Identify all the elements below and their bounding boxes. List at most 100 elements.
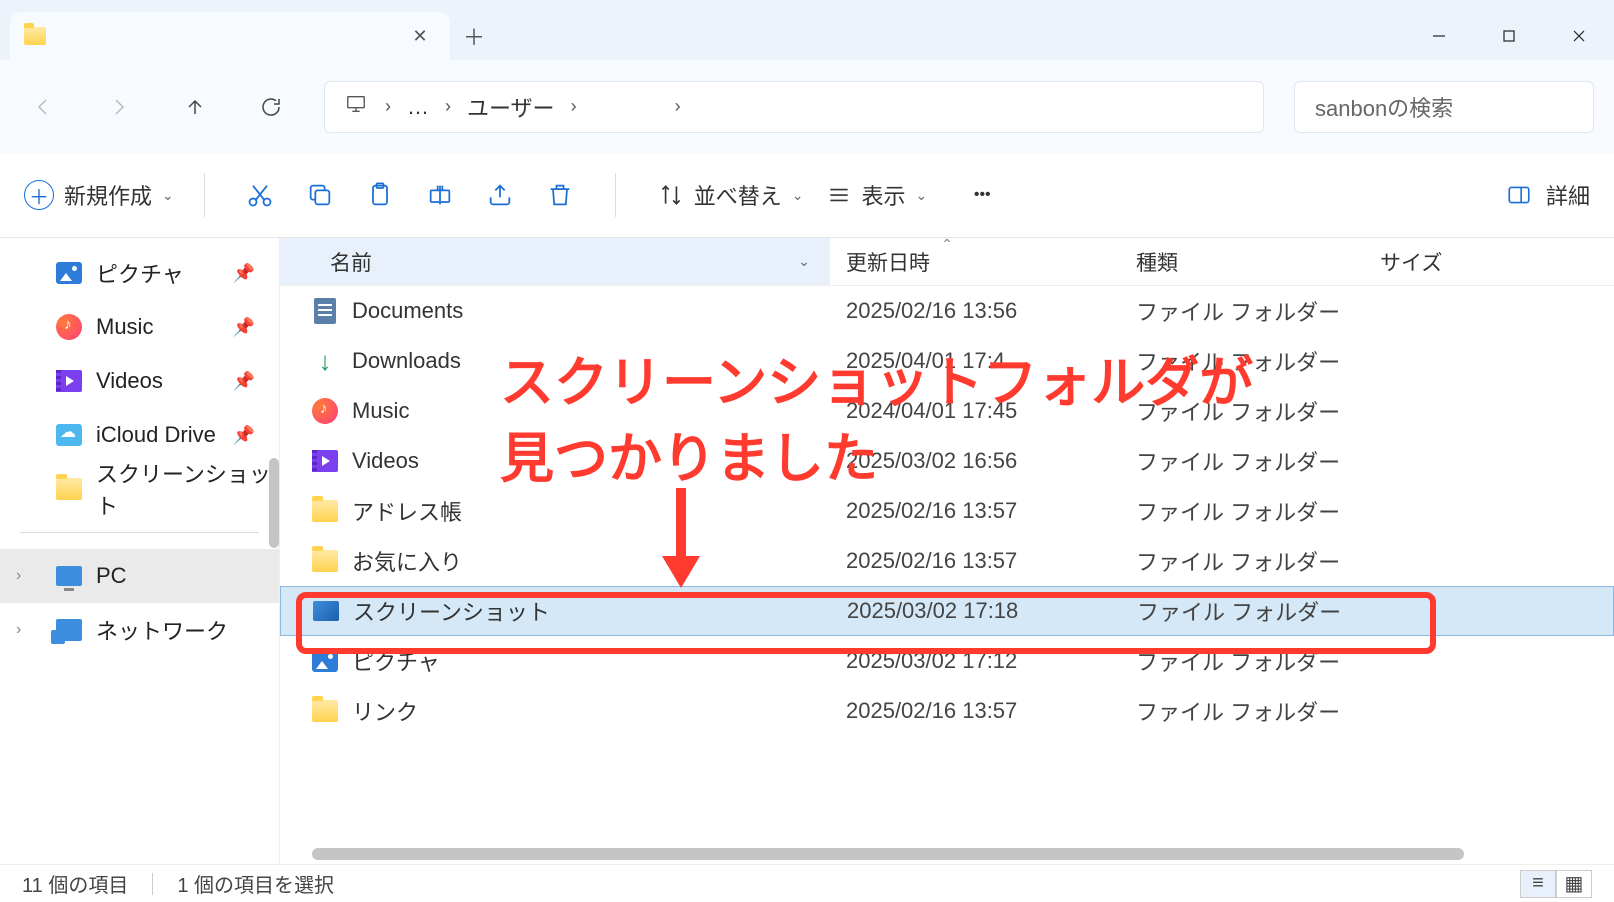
- delete-button[interactable]: [535, 170, 585, 220]
- picture-icon: [56, 260, 82, 286]
- file-name: Documents: [352, 298, 463, 324]
- sidebar-item-label: ピクチャ: [96, 257, 184, 289]
- file-type: ファイル フォルダー: [1120, 445, 1370, 477]
- sidebar-item-label: Videos: [96, 368, 163, 394]
- view-label: 表示: [862, 179, 906, 211]
- pin-icon: 📌: [233, 263, 255, 284]
- view-toggle: ≡ ▦: [1520, 870, 1592, 898]
- minimize-button[interactable]: [1404, 12, 1474, 60]
- file-list: Documents2025/02/16 13:56ファイル フォルダー↓Down…: [280, 286, 1614, 864]
- copy-button[interactable]: [295, 170, 345, 220]
- more-button[interactable]: •••: [957, 170, 1007, 220]
- sidebar-item-label: Music: [96, 314, 153, 340]
- close-window-button[interactable]: [1544, 12, 1614, 60]
- file-name: お気に入り: [352, 545, 462, 577]
- rename-button[interactable]: [415, 170, 465, 220]
- chevron-right-icon: ›: [16, 621, 21, 639]
- column-size-label: サイズ: [1380, 252, 1442, 275]
- new-button[interactable]: ＋ 新規作成 ⌄: [24, 179, 174, 211]
- cut-button[interactable]: [235, 170, 285, 220]
- list-view-button[interactable]: ≡: [1520, 870, 1556, 898]
- column-type-label: 種類: [1136, 252, 1178, 275]
- back-button[interactable]: [20, 84, 66, 130]
- breadcrumb-user[interactable]: [593, 91, 659, 123]
- new-label: 新規作成: [64, 179, 152, 211]
- sidebar-item[interactable]: ピクチャ 📌: [0, 246, 279, 300]
- sidebar-item-network[interactable]: › ネットワーク: [0, 603, 279, 657]
- sidebar-item-pc[interactable]: › PC: [0, 549, 279, 603]
- view-button[interactable]: 表示 ⌄: [826, 179, 928, 211]
- file-row[interactable]: お気に入り2025/02/16 13:57ファイル フォルダー: [280, 536, 1614, 586]
- picture-icon: [312, 650, 338, 672]
- file-row[interactable]: Videos2025/03/02 16:56ファイル フォルダー: [280, 436, 1614, 486]
- breadcrumb[interactable]: › … › ユーザー › ›: [324, 81, 1264, 133]
- search-input[interactable]: sanbonの検索: [1294, 81, 1594, 133]
- status-count: 11 個の項目: [22, 869, 128, 898]
- window-controls: [1404, 12, 1614, 60]
- file-date: 2025/02/16 13:57: [830, 548, 1120, 574]
- main: ピクチャ📌Music📌Videos📌iCloud Drive📌スクリーンショット…: [0, 238, 1614, 864]
- folder-icon: [56, 476, 82, 502]
- pc-icon: [56, 563, 82, 589]
- pin-icon: 📌: [233, 425, 255, 446]
- file-row[interactable]: リンク2025/02/16 13:57ファイル フォルダー: [280, 686, 1614, 736]
- details-button[interactable]: 詳細: [1506, 179, 1590, 211]
- column-size[interactable]: サイズ: [1370, 247, 1614, 277]
- sort-button[interactable]: 並べ替え ⌄: [658, 179, 804, 211]
- folder-icon: [312, 500, 338, 522]
- separator: [615, 173, 616, 217]
- file-date: 2025/02/16 13:57: [830, 698, 1120, 724]
- sidebar: ピクチャ📌Music📌Videos📌iCloud Drive📌スクリーンショット…: [0, 238, 280, 864]
- file-date: 2025/03/02 17:12: [830, 648, 1120, 674]
- divider: [20, 532, 259, 533]
- forward-button[interactable]: [96, 84, 142, 130]
- column-date[interactable]: 更新日時: [830, 247, 1120, 277]
- file-row[interactable]: スクリーンショット2025/03/02 17:18ファイル フォルダー: [280, 586, 1614, 636]
- separator: [152, 873, 153, 895]
- tab-active[interactable]: ✕: [10, 12, 450, 60]
- file-row[interactable]: アドレス帳 2025/02/16 13:57ファイル フォルダー: [280, 486, 1614, 536]
- sidebar-item[interactable]: iCloud Drive📌: [0, 408, 279, 462]
- paste-button[interactable]: [355, 170, 405, 220]
- new-tab-button[interactable]: ＋: [450, 12, 498, 60]
- details-label: 詳細: [1546, 179, 1590, 211]
- breadcrumb-dots[interactable]: …: [407, 94, 429, 120]
- sort-indicator-icon: ⌃: [941, 236, 953, 253]
- network-icon: [56, 617, 82, 643]
- scrollbar-horizontal[interactable]: [312, 848, 1464, 860]
- chevron-right-icon: ›: [445, 96, 451, 117]
- column-name[interactable]: 名前⌄: [280, 238, 830, 285]
- title-bar: ✕ ＋: [0, 0, 1614, 60]
- maximize-button[interactable]: [1474, 12, 1544, 60]
- file-name: Downloads: [352, 348, 461, 374]
- separator: [204, 173, 205, 217]
- sidebar-label: ネットワーク: [96, 614, 228, 646]
- sort-label: 並べ替え: [694, 179, 782, 211]
- file-row[interactable]: Music2024/04/01 17:45ファイル フォルダー: [280, 386, 1614, 436]
- close-tab-button[interactable]: ✕: [404, 20, 436, 52]
- breadcrumb-users[interactable]: ユーザー: [467, 91, 555, 123]
- file-date: 2025/03/02 16:56: [830, 448, 1120, 474]
- file-date: 2025/02/16 13:57: [830, 498, 1120, 524]
- sidebar-item[interactable]: スクリーンショット: [0, 462, 279, 516]
- column-name-label: 名前: [330, 247, 372, 277]
- file-row[interactable]: ピクチャ2025/03/02 17:12ファイル フォルダー: [280, 636, 1614, 686]
- file-type: ファイル フォルダー: [1120, 395, 1370, 427]
- video-icon: [56, 368, 82, 394]
- file-type: ファイル フォルダー: [1120, 495, 1370, 527]
- file-name: スクリーンショット: [353, 595, 550, 627]
- file-type: ファイル フォルダー: [1120, 695, 1370, 727]
- share-button[interactable]: [475, 170, 525, 220]
- grid-view-button[interactable]: ▦: [1556, 870, 1592, 898]
- refresh-button[interactable]: [248, 84, 294, 130]
- file-row[interactable]: ↓Downloads2025/04/01 17:4ファイル フォルダー: [280, 336, 1614, 386]
- file-name: アドレス帳: [352, 495, 462, 527]
- column-type[interactable]: 種類: [1120, 247, 1370, 277]
- file-date: 2025/03/02 17:18: [831, 598, 1121, 624]
- file-row[interactable]: Documents2025/02/16 13:56ファイル フォルダー: [280, 286, 1614, 336]
- sidebar-item[interactable]: Music📌: [0, 300, 279, 354]
- scrollbar[interactable]: [269, 458, 279, 548]
- sidebar-item[interactable]: Videos📌: [0, 354, 279, 408]
- up-button[interactable]: [172, 84, 218, 130]
- doc-icon: [314, 298, 336, 324]
